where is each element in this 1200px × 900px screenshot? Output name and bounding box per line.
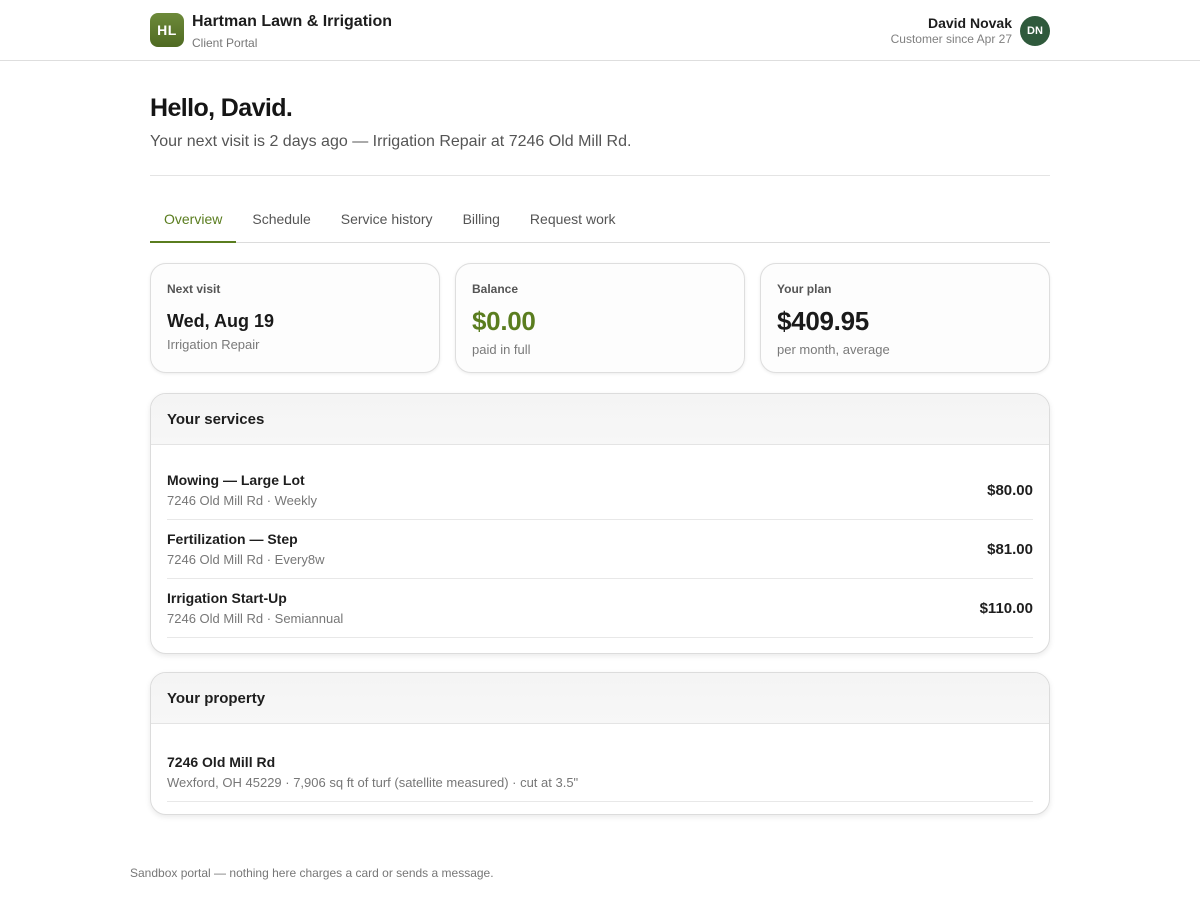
property-row[interactable]: 7246 Old Mill Rd Wexford, OH 45229 · 7,9…	[167, 743, 1033, 802]
next-visit-date: Wed, Aug 19	[167, 311, 275, 331]
balance-status: paid in full	[472, 342, 531, 357]
tab-schedule[interactable]: Schedule	[238, 200, 324, 243]
user-menu[interactable]: David Novak Customer since Apr 27 DN	[891, 15, 1050, 47]
balance-card[interactable]: Balance $0.00 paid in full	[455, 263, 745, 373]
tab-service-history[interactable]: Service history	[327, 200, 447, 243]
tab-bar: Overview Schedule Service history Billin…	[150, 200, 1050, 243]
services-list: Mowing — Large Lot 7246 Old Mill Rd · We…	[151, 445, 1049, 653]
property-panel: Your property 7246 Old Mill Rd Wexford, …	[150, 672, 1050, 815]
tab-overview[interactable]: Overview	[150, 200, 237, 243]
tab-request-work[interactable]: Request work	[516, 200, 630, 243]
brand-subtitle: Client Portal	[192, 36, 258, 50]
service-info: Fertilization — Step 7246 Old Mill Rd · …	[167, 531, 325, 567]
page-title: Hello, David.	[150, 94, 293, 122]
user-name: David Novak	[927, 15, 1012, 31]
service-row[interactable]: Irrigation Start-Up 7246 Old Mill Rd · S…	[167, 579, 1033, 638]
tab-billing[interactable]: Billing	[449, 200, 514, 243]
brand-logo[interactable]: HL	[150, 13, 184, 47]
brand-name: Hartman Lawn & Irrigation	[192, 13, 393, 30]
property-details: 7246 Old Mill Rd Wexford, OH 45229 · 7,9…	[151, 724, 1049, 814]
service-info: Mowing — Large Lot 7246 Old Mill Rd · We…	[167, 472, 317, 508]
property-address: 7246 Old Mill Rd	[167, 754, 276, 770]
service-price: $110.00	[979, 599, 1033, 617]
brand[interactable]: HL Hartman Lawn & Irrigation Client Port…	[150, 13, 392, 51]
summary-cards: Next visit Wed, Aug 19 Irrigation Repair…	[150, 263, 1050, 373]
next-visit-summary: Your next visit is 2 days ago — Irrigati…	[150, 133, 632, 150]
service-price: $81.00	[987, 540, 1033, 558]
service-name: Fertilization — Step	[167, 531, 298, 547]
service-detail: 7246 Old Mill Rd · Every8w	[167, 552, 325, 567]
plan-label: Your plan	[777, 282, 832, 296]
services-panel: Your services Mowing — Large Lot 7246 Ol…	[150, 393, 1050, 654]
service-name: Irrigation Start-Up	[167, 590, 287, 606]
sandbox-note: Sandbox portal — nothing here charges a …	[130, 866, 494, 880]
next-visit-service: Irrigation Repair	[167, 337, 260, 352]
property-title: Your property	[151, 673, 1049, 724]
services-title: Your services	[151, 394, 1049, 445]
property-info: 7246 Old Mill Rd Wexford, OH 45229 · 7,9…	[167, 754, 578, 790]
avatar[interactable]: DN	[1020, 16, 1050, 46]
service-detail: 7246 Old Mill Rd · Semiannual	[167, 611, 344, 626]
property-detail: Wexford, OH 45229 · 7,906 sq ft of turf …	[167, 775, 579, 790]
plan-card[interactable]: Your plan $409.95 per month, average	[760, 263, 1050, 373]
plan-amount: $409.95	[777, 306, 869, 336]
service-row[interactable]: Fertilization — Step 7246 Old Mill Rd · …	[167, 520, 1033, 579]
service-info: Irrigation Start-Up 7246 Old Mill Rd · S…	[167, 590, 343, 626]
balance-label: Balance	[472, 282, 519, 296]
service-detail: 7246 Old Mill Rd · Weekly	[167, 493, 318, 508]
balance-amount: $0.00	[472, 306, 536, 336]
brand-text: Hartman Lawn & Irrigation Client Portal	[192, 12, 392, 51]
divider	[150, 175, 1050, 176]
plan-period: per month, average	[777, 342, 890, 357]
service-row[interactable]: Mowing — Large Lot 7246 Old Mill Rd · We…	[167, 461, 1033, 520]
top-bar: HL Hartman Lawn & Irrigation Client Port…	[0, 0, 1200, 61]
service-price: $80.00	[987, 481, 1033, 499]
next-visit-card[interactable]: Next visit Wed, Aug 19 Irrigation Repair	[150, 263, 440, 373]
customer-since: Customer since Apr 27	[890, 32, 1012, 46]
next-visit-label: Next visit	[167, 282, 221, 296]
user-info: David Novak Customer since Apr 27	[891, 15, 1012, 47]
service-name: Mowing — Large Lot	[167, 472, 305, 488]
